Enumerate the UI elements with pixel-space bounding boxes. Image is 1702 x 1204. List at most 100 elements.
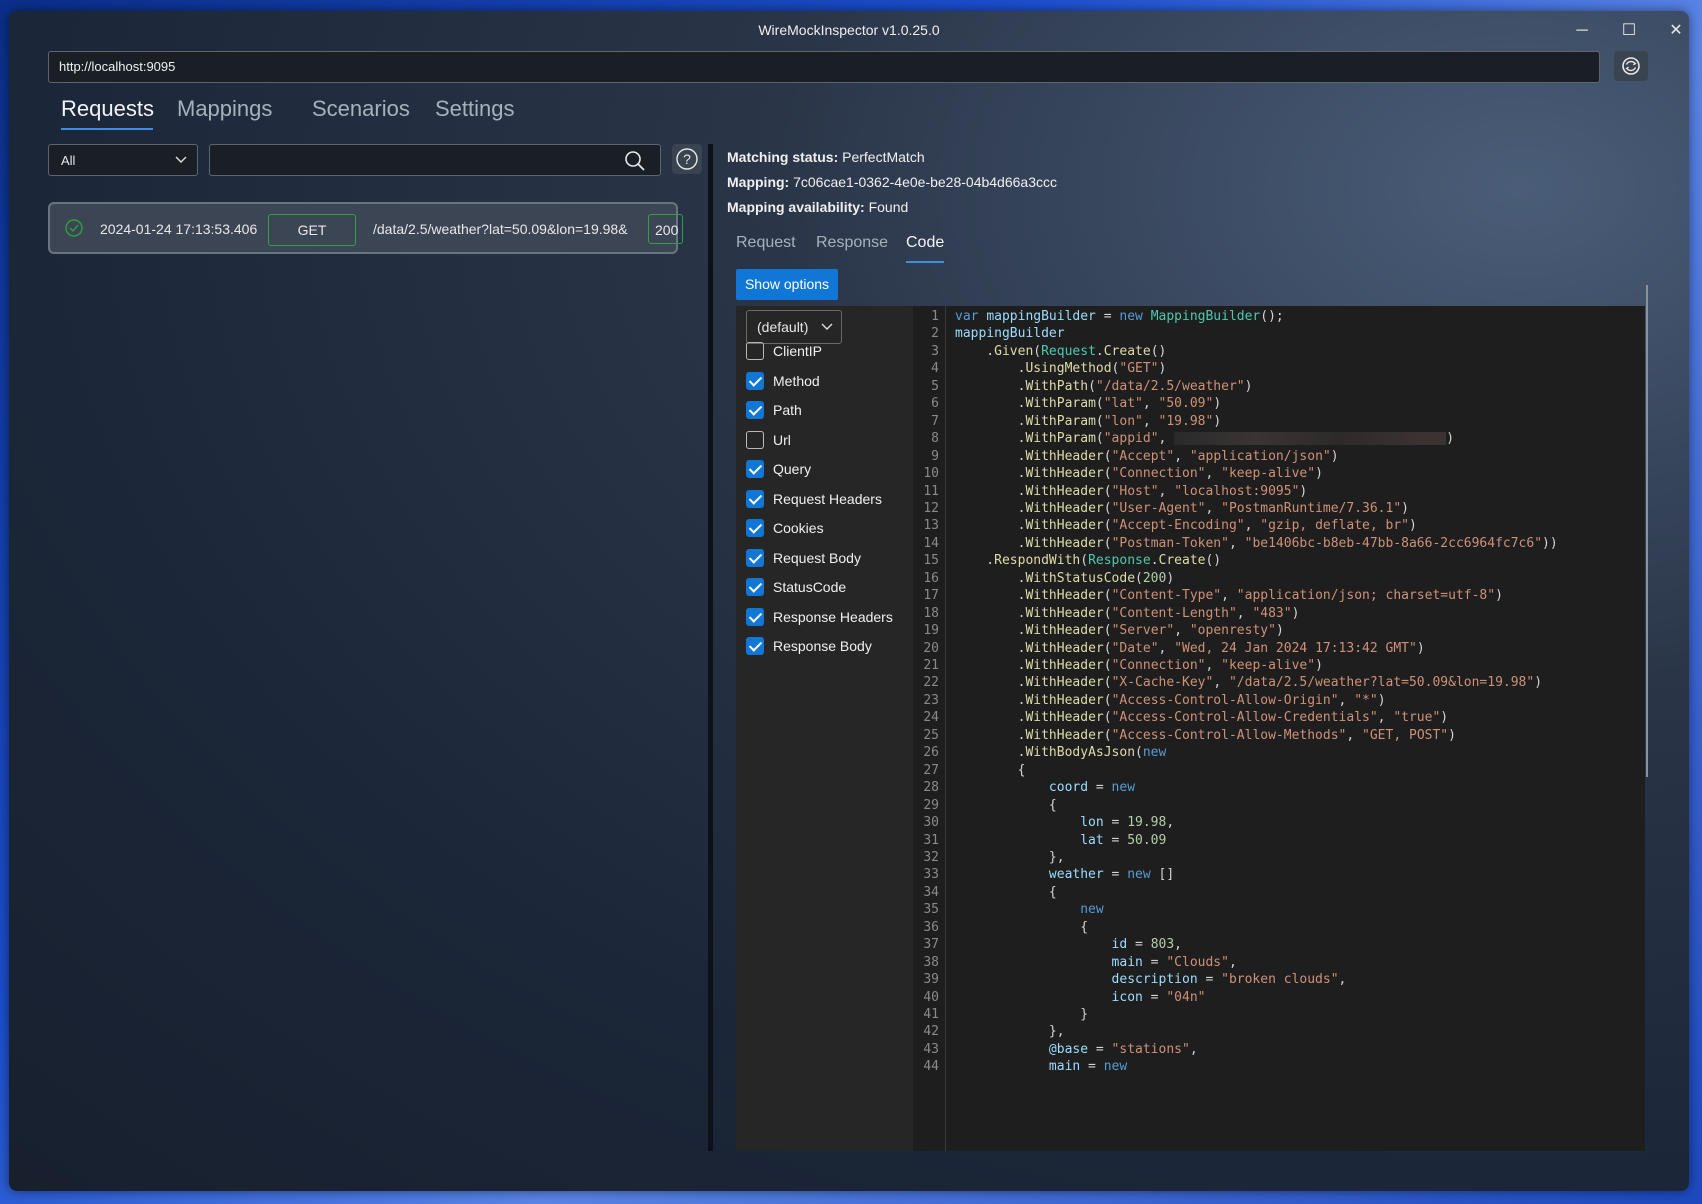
code-text: .WithHeader("Content-Length", "483") <box>955 605 1300 621</box>
line-number: 21 <box>923 658 939 673</box>
request-list-item[interactable]: 2024-01-24 17:13:53.406 GET /data/2.5/we… <box>48 202 683 254</box>
line-number: 44 <box>923 1059 939 1075</box>
code-text: .WithHeader("Date", "Wed, 24 Jan 2024 17… <box>955 640 1425 656</box>
checkbox[interactable] <box>746 430 764 449</box>
checkbox[interactable] <box>746 607 764 626</box>
line-number: 33 <box>923 867 939 883</box>
request-filter-value: All <box>61 153 76 168</box>
checkbox[interactable] <box>746 578 764 596</box>
line-number: 34 <box>923 884 939 900</box>
tab-response[interactable]: Response <box>816 234 888 252</box>
checkbox[interactable] <box>746 342 764 360</box>
code-line: 21 .WithHeader("Connection", "keep-alive… <box>913 658 1645 677</box>
code-line: 1 var mappingBuilder = new MappingBuilder… <box>913 309 1645 328</box>
redacted-value <box>1174 432 1447 446</box>
checkbox[interactable] <box>746 519 764 537</box>
line-number: 22 <box>923 675 939 691</box>
code-text: { <box>955 919 1089 935</box>
code-text: icon = "04n" <box>1111 989 1206 1005</box>
code-line: 10 .WithHeader("Connection", "keep-alive… <box>913 466 1645 485</box>
panel-splitter[interactable] <box>708 144 713 1151</box>
code-text: .WithParam("lat", "50.09") <box>955 396 1222 412</box>
code-option-label: StatusCode <box>773 579 847 595</box>
code-line: 29 { <box>913 798 1645 817</box>
request-status-badge: 200 <box>648 214 683 244</box>
code-text: }, <box>955 849 1065 865</box>
checkbox[interactable] <box>746 371 764 390</box>
checkbox[interactable] <box>746 637 764 655</box>
code-line: 2 mappingBuilder <box>913 326 1645 345</box>
availability-value: Found <box>868 199 909 215</box>
code-text: }, <box>955 1024 1065 1040</box>
code-option-label: Cookies <box>773 520 824 536</box>
code-option-label: Query <box>773 461 812 477</box>
line-number: 2 <box>931 326 939 342</box>
code-option-label: Request Headers <box>773 490 882 507</box>
code-text: .WithHeader("Server", "openresty") <box>955 623 1284 639</box>
maximize-button[interactable]: ☐ <box>1609 17 1649 45</box>
code-text: .WithHeader("Access-Control-Allow-Creden… <box>955 710 1449 726</box>
tab-request[interactable]: Request <box>736 234 796 252</box>
line-number: 1 <box>931 309 939 324</box>
active-subtab-indicator <box>906 261 944 263</box>
line-number: 7 <box>931 413 939 429</box>
code-text: .WithHeader("Access-Control-Allow-Origin… <box>955 692 1386 708</box>
code-line: 14 .WithHeader("Postman-Token", "be1406b… <box>913 536 1645 555</box>
code-text: @base = "stations", <box>1048 1041 1198 1057</box>
code-line: 12 .WithHeader("User-Agent", "PostmanRun… <box>913 501 1645 520</box>
code-text: .WithBodyAsJson(new <box>955 745 1167 761</box>
line-number: 11 <box>923 483 939 499</box>
code-text: .WithHeader("Host", "localhost:9095") <box>955 483 1308 499</box>
minimize-button[interactable]: ─ <box>1562 17 1602 45</box>
checkbox[interactable] <box>746 460 764 478</box>
code-option-label: Method <box>773 372 820 389</box>
code-line: 13 .WithHeader("Accept-Encoding", "gzip,… <box>913 518 1645 537</box>
line-number: 20 <box>923 640 939 656</box>
tab-scenarios[interactable]: Scenarios <box>312 96 410 122</box>
server-url-input[interactable]: http://localhost:9095 <box>48 51 1600 83</box>
tab-mappings[interactable]: Mappings <box>177 96 272 122</box>
checkbox[interactable] <box>746 489 764 508</box>
code-option-label: Path <box>773 402 802 418</box>
tab-code[interactable]: Code <box>906 234 944 252</box>
tab-requests[interactable]: Requests <box>61 96 154 122</box>
line-number: 6 <box>931 396 939 412</box>
code-line: 43 @base = "stations", <box>913 1042 1645 1061</box>
refresh-icon <box>1622 57 1640 75</box>
code-text: new <box>1080 902 1104 918</box>
app-window: WireMockInspector v1.0.25.0 ─ ☐ ✕ http:/… <box>9 11 1689 1191</box>
code-scrollbar[interactable] <box>1646 285 1648 777</box>
close-button[interactable]: ✕ <box>1656 17 1689 45</box>
code-preset-select[interactable]: (default) <box>746 310 842 344</box>
chevron-down-icon <box>175 156 187 163</box>
help-button[interactable]: ? <box>672 144 702 174</box>
mapping-label: Mapping: <box>727 174 790 190</box>
request-search-input[interactable] <box>209 144 661 176</box>
code-option-label: Request Body <box>773 549 861 566</box>
code-line: 11 .WithHeader("Host", "localhost:9095") <box>913 484 1645 503</box>
line-number: 26 <box>923 745 939 761</box>
code-text: main = "Clouds", <box>1111 954 1237 970</box>
line-number: 39 <box>923 972 939 988</box>
show-options-button[interactable]: Show options <box>736 269 838 300</box>
code-line: 18 .WithHeader("Content-Length", "483") <box>913 606 1645 625</box>
line-number: 32 <box>923 849 939 865</box>
checkbox[interactable] <box>746 401 764 419</box>
code-line: 26 .WithBodyAsJson(new <box>913 745 1645 764</box>
request-filter-select[interactable]: All <box>48 144 198 176</box>
code-line: 19 .WithHeader("Server", "openresty") <box>913 623 1645 642</box>
line-number: 25 <box>923 727 939 743</box>
refresh-button[interactable] <box>1614 51 1648 81</box>
code-line: 34 { <box>913 885 1645 904</box>
line-number: 41 <box>923 1007 939 1022</box>
code-line: 37 id = 803, <box>913 937 1645 956</box>
line-number: 24 <box>923 710 939 726</box>
tab-settings[interactable]: Settings <box>435 96 515 122</box>
line-number: 43 <box>923 1041 939 1057</box>
code-line: 38 main = "Clouds", <box>913 955 1645 974</box>
code-editor[interactable]: 1 var mappingBuilder = new MappingBuilder… <box>913 306 1645 1151</box>
checkbox[interactable] <box>746 548 764 567</box>
line-number: 9 <box>931 448 939 464</box>
mapping-value[interactable]: 7c06cae1-0362-4e0e-be28-04b4d66a3ccc <box>793 174 1057 190</box>
search-icon[interactable] <box>624 150 646 172</box>
